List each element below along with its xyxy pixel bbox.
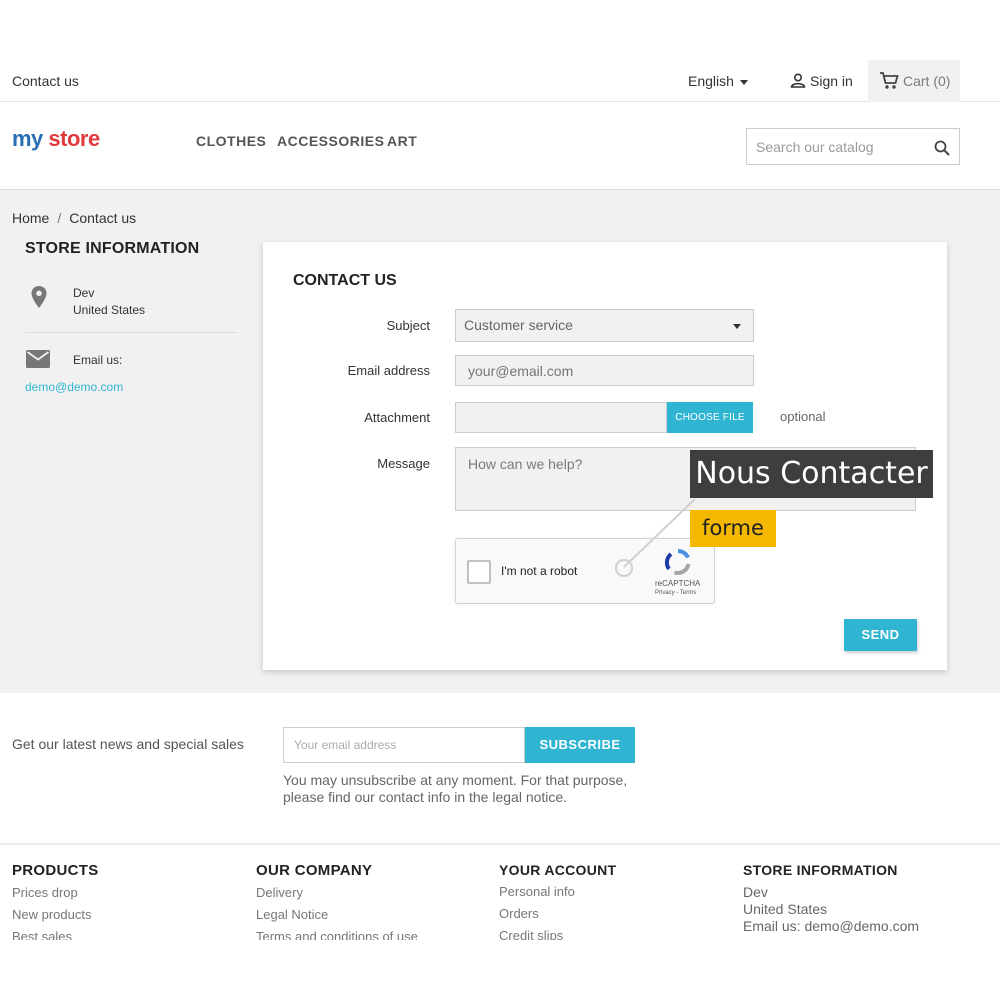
caret-down-icon [739,79,748,85]
footer-account: YOUR ACCOUNT Personal info Orders Credit… [499,862,616,940]
footer-link[interactable]: Delivery [256,882,418,904]
site-header: my store CLOTHES ACCESSORIES ART [0,102,1000,190]
footer-company: OUR COMPANY Delivery Legal Notice Terms … [256,862,418,940]
email-field[interactable] [455,355,754,386]
footer-store-line3: Email us: demo@demo.com [743,918,920,934]
breadcrumb-separator: / [57,210,62,226]
footer-company-title: OUR COMPANY [256,862,373,879]
breadcrumb-current[interactable]: Contact us [69,210,136,226]
contact-form-title: CONTACT US [293,272,397,289]
sign-in-link[interactable]: Sign in [790,73,853,89]
footer-link[interactable]: Prices drop [12,882,99,904]
nav-accessories[interactable]: ACCESSORIES [277,133,384,149]
top-bar: Contact us English Sign in Cart (0) [0,60,1000,102]
logo-part-2: store [48,126,100,151]
choose-file-button[interactable]: CHOOSE FILE [667,402,753,433]
sign-in-label: Sign in [810,73,853,89]
overlay-subtitle-badge: forme [690,510,776,547]
overlay-title-badge: Nous Contacter [690,450,933,498]
footer-link[interactable]: Best sales [12,926,99,940]
newsletter-text: Get our latest news and special sales [12,736,244,752]
newsletter-email-input[interactable] [283,727,525,763]
footer-products: PRODUCTS Prices drop New products Best s… [12,862,99,940]
store-info-divider [25,332,237,333]
language-label: English [688,73,734,89]
footer-store-info: STORE INFORMATION Dev United States Emai… [743,862,919,935]
footer-link[interactable]: Legal Notice [256,904,418,926]
breadcrumb: Home / Contact us [12,210,136,226]
search-icon[interactable] [934,140,950,156]
search-box [746,128,960,165]
callout-pointer [615,498,696,577]
footer-store-line1: Dev [743,884,768,900]
email-label: Email address [347,363,430,378]
subject-value: Customer service [464,317,573,333]
attachment-label: Attachment [364,410,430,425]
cart-label: Cart (0) [903,73,951,89]
footer-products-title: PRODUCTS [12,862,99,879]
subscribe-button[interactable]: SUBSCRIBE [525,727,635,763]
nav-art[interactable]: ART [387,133,417,149]
footer-link[interactable]: Orders [499,903,616,925]
store-email-label: Email us: [73,353,123,367]
recaptcha-terms[interactable]: Privacy - Terms [655,590,696,596]
contact-us-link[interactable]: Contact us [12,73,79,89]
subject-select[interactable]: Customer service [455,309,754,342]
subject-label: Subject [386,318,430,333]
language-selector[interactable]: English [688,73,748,89]
store-email-link[interactable]: demo@demo.com [25,380,123,394]
caret-down-icon [733,324,741,329]
recaptcha-checkbox[interactable] [467,560,491,584]
cart-button[interactable]: Cart (0) [868,60,960,102]
envelope-icon [26,350,50,368]
cart-icon [880,72,899,89]
footer-account-title: YOUR ACCOUNT [499,862,617,878]
breadcrumb-home[interactable]: Home [12,210,49,226]
store-logo[interactable]: my store [12,126,100,152]
recaptcha-brand: reCAPTCHA [655,579,701,588]
recaptcha-label: I'm not a robot [501,564,578,578]
footer: PRODUCTS Prices drop New products Best s… [0,845,1000,940]
footer-link[interactable]: New products [12,904,99,926]
footer-link[interactable]: Credit slips [499,925,616,940]
optional-hint: optional [780,409,826,424]
search-input[interactable] [747,129,927,164]
logo-part-1: my [12,126,43,151]
user-icon [790,73,806,88]
message-placeholder: How can we help? [468,456,583,472]
store-info-title: STORE INFORMATION [25,240,200,257]
newsletter-note: You may unsubscribe at any moment. For t… [283,772,628,805]
footer-link[interactable]: Personal info [499,881,616,903]
location-pin-icon [31,286,47,308]
nav-clothes[interactable]: CLOTHES [196,133,266,149]
send-button[interactable]: SEND [844,619,917,651]
footer-store-line2: United States [743,901,828,917]
attachment-field[interactable] [455,402,667,433]
message-label: Message [377,456,430,471]
store-address-line2: United States [73,303,146,317]
footer-link[interactable]: Terms and conditions of use [256,926,418,940]
footer-store-title: STORE INFORMATION [743,862,898,878]
store-address-line1: Dev [73,286,95,300]
